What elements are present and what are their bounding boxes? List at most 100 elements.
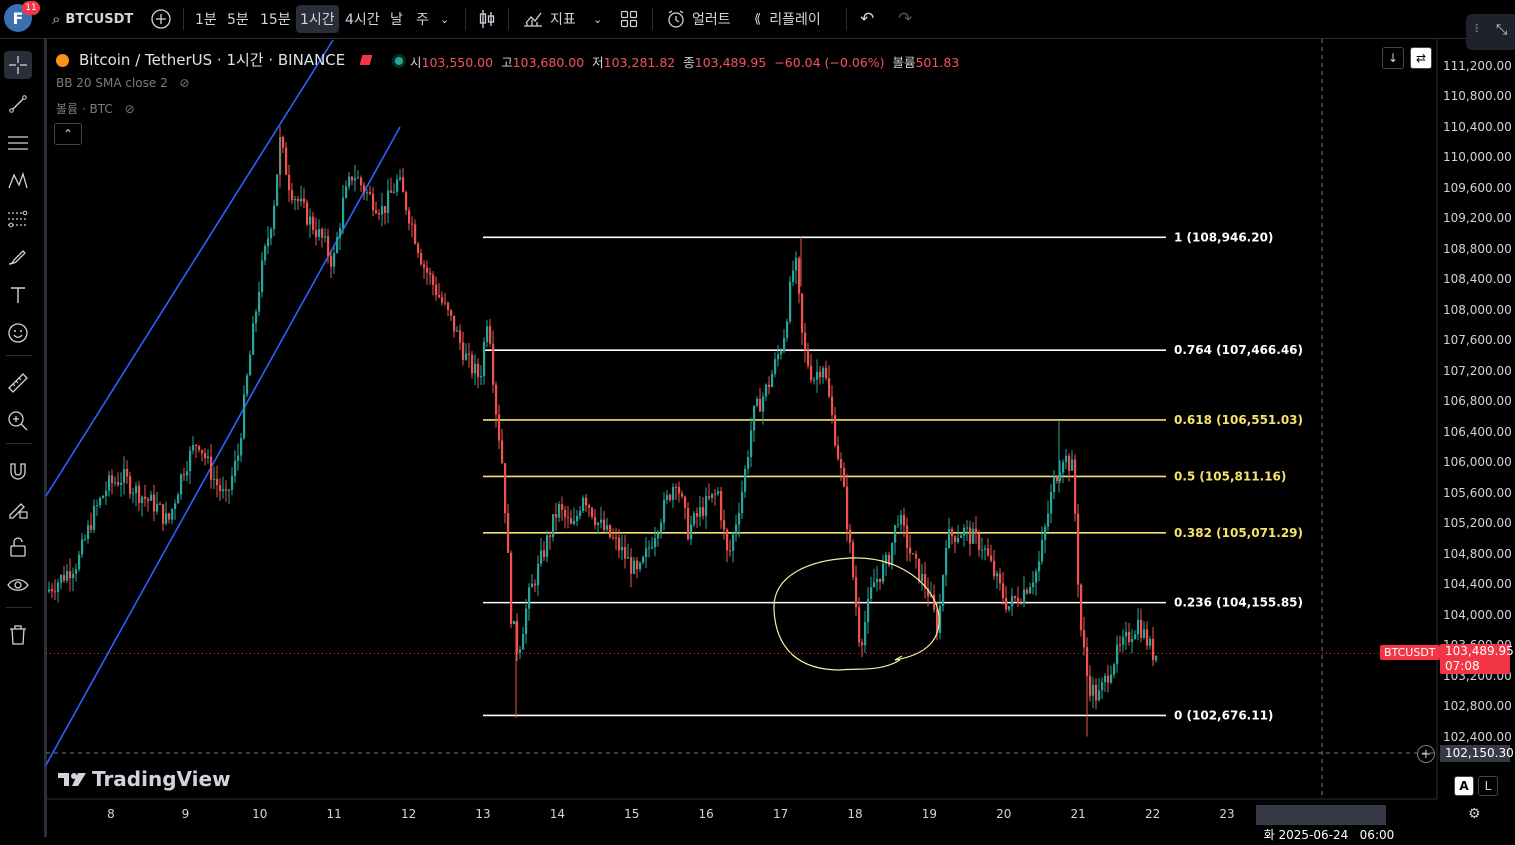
candle [669,493,672,503]
volume-label: 볼륨 [892,55,916,70]
candle [702,497,705,520]
candle [54,579,57,600]
candle [501,428,504,465]
candle [366,189,369,201]
candle [273,199,276,237]
candle [981,537,984,560]
candle [564,505,567,529]
candle [252,316,255,356]
sync-button[interactable]: ⇄ [1410,47,1432,69]
time-axis-label: 11 [326,807,342,821]
current-price-value: 103,489.95 [1445,644,1514,658]
candle [672,483,675,509]
candle [921,563,924,591]
candle [825,360,828,381]
fib-level-label: 0.764 (107,466.46) [1174,343,1303,357]
candle [1029,582,1032,595]
high-label: 고 [501,55,513,70]
candle [690,515,693,546]
candle [549,531,552,550]
candle [660,518,663,539]
candle [210,444,213,489]
candle [1038,550,1041,582]
candle [1140,608,1143,643]
candle [351,176,354,186]
scroll-down-button[interactable]: ↓ [1382,47,1404,69]
candle [771,369,774,388]
time-axis-label: 14 [549,807,566,821]
price-axis-label: 111,200.00 [1443,58,1512,73]
candle [246,373,249,398]
candle [492,330,495,394]
eye-off-icon[interactable]: ⊘ [125,102,135,116]
candle [1047,500,1050,532]
candle [87,520,90,544]
candle [729,539,732,557]
flag-icon[interactable] [359,55,373,65]
current-symbol-label: BTCUSDT [1384,646,1436,659]
close-value: 103,489.95 [694,55,767,70]
candle [384,205,387,225]
candle [963,524,966,547]
crosshair-price-tag: 102,150.30 [1440,745,1514,762]
ohlc-values: 시103,550.00 고103,680.00 저103,281.82 종103… [410,52,959,71]
candle [420,248,423,266]
candle [510,550,513,629]
candle [315,217,318,246]
candle [72,567,75,592]
price-axis-label: 105,600.00 [1443,485,1512,500]
candle [813,376,816,385]
candle [972,522,975,545]
fib-retracement[interactable]: 1 (108,946.20) 0.764 (107,466.46) 0.618 (1… [483,230,1303,722]
price-axis[interactable]: 111,200.00 110,800.00 110,400.00 110,000.00… [1437,39,1515,799]
eye-off-icon[interactable]: ⊘ [180,76,190,90]
candle [855,565,858,616]
candle [66,564,69,584]
bb-indicator-legend[interactable]: BB 20 SMA close 2 ⊘ [56,76,190,90]
candle [1071,450,1074,471]
add-alert-button[interactable]: + [1417,745,1435,763]
candle [216,465,219,498]
price-axis-label: 106,800.00 [1443,394,1512,408]
candle [894,524,897,555]
candle [642,555,645,565]
candle [198,445,201,453]
candle [195,443,198,459]
collapse-legend-button[interactable]: ⌃ [54,123,82,145]
time-axis-label: 23 [1219,807,1235,821]
time-axis[interactable]: 8 9 10 11 12 13 14 15 16 17 18 19 20 21 22 23 [46,799,1438,837]
candle [126,460,129,485]
candle [294,195,297,211]
candle [582,495,585,513]
parallel-channel[interactable] [45,39,401,766]
candle [765,383,768,401]
log-scale-button[interactable]: L [1478,776,1498,796]
candle [891,542,894,570]
candle [870,576,873,603]
price-axis-label: 107,200.00 [1443,363,1512,378]
candle [711,493,714,503]
candle [600,506,603,529]
candle [1104,673,1107,693]
candle [468,342,471,368]
settings-button[interactable]: ⚙ [1468,806,1481,822]
tradingview-logo[interactable]: TradingView [58,767,231,791]
price-chart[interactable]: 1 (108,946.20) 0.764 (107,466.46) 0.618 (1… [0,0,1515,837]
candle [543,541,546,561]
candle [1002,571,1005,605]
candle [408,206,411,231]
volume-indicator-legend[interactable]: 볼륨 · BTC ⊘ [56,100,135,117]
candle [828,365,831,398]
auto-scale-button[interactable]: A [1454,776,1474,796]
candle [453,315,456,338]
candle [849,524,852,554]
symbol-title[interactable]: Bitcoin / TetherUS · 1시간 · BINANCE [79,51,345,69]
candle [159,501,162,505]
candle [588,503,591,518]
candle [684,495,687,520]
channel-lower-line[interactable] [45,126,401,766]
price-axis-label: 108,000.00 [1443,302,1512,317]
candle [393,183,396,194]
candle [60,573,63,590]
candle [915,550,918,569]
